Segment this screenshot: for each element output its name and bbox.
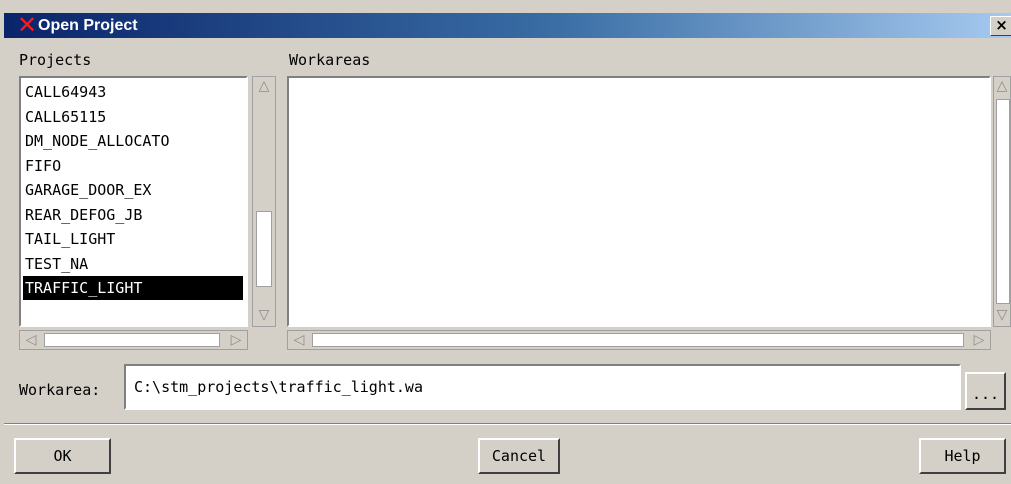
project-list-item[interactable]: CALL65115 — [23, 105, 106, 129]
project-list-item[interactable]: TAIL_LIGHT — [23, 227, 115, 251]
scroll-down-icon[interactable]: ▽ — [253, 306, 275, 324]
project-list-item[interactable]: TRAFFIC_LIGHT — [23, 276, 243, 300]
project-list-item[interactable]: DM_NODE_ALLOCATO — [23, 129, 170, 153]
projects-label: Projects — [19, 51, 92, 69]
separator — [4, 423, 1011, 425]
scroll-down-icon[interactable]: ▽ — [991, 306, 1011, 324]
projects-hscrollbar[interactable]: ◁ ▷ — [19, 330, 248, 350]
scroll-left-icon[interactable]: ◁ — [20, 331, 42, 349]
browse-button[interactable]: ... — [965, 372, 1006, 410]
help-button[interactable]: Help — [919, 438, 1006, 474]
workareas-label: Workareas — [289, 51, 371, 69]
workareas-list[interactable] — [287, 76, 991, 327]
projects-hscroll-thumb[interactable] — [44, 333, 220, 347]
scroll-up-icon[interactable]: △ — [991, 77, 1011, 95]
close-button[interactable]: × — [990, 16, 1011, 36]
window-title: Open Project — [38, 17, 138, 34]
workarea-label: Workarea: — [19, 381, 101, 399]
workareas-vscrollbar[interactable]: △ ▽ — [993, 76, 1011, 327]
open-project-dialog: ✕ Open Project × Projects Workareas CALL… — [0, 0, 1011, 484]
scroll-right-icon[interactable]: ▷ — [225, 331, 247, 349]
projects-vscrollbar[interactable]: △ ▽ — [252, 76, 276, 327]
workareas-vscroll-thumb[interactable] — [996, 99, 1010, 304]
workarea-path-field[interactable]: C:\stm_projects\traffic_light.wa — [124, 364, 961, 410]
title-bar[interactable]: ✕ Open Project × — [4, 13, 1011, 38]
project-list-item[interactable]: GARAGE_DOOR_EX — [23, 178, 151, 202]
projects-list[interactable]: CALL64943 CALL65115 DM_NODE_ALLOCATO FIFO GA… — [19, 76, 248, 327]
scroll-right-icon[interactable]: ▷ — [968, 331, 990, 349]
workareas-hscroll-thumb[interactable] — [312, 333, 964, 347]
scroll-left-icon[interactable]: ◁ — [288, 331, 310, 349]
project-list-item[interactable]: TEST_NA — [23, 252, 88, 276]
cancel-button[interactable]: Cancel — [478, 438, 560, 474]
project-list-item[interactable]: REAR_DEFOG_JB — [23, 203, 142, 227]
project-list-item[interactable]: CALL64943 — [23, 80, 106, 104]
project-list-item[interactable]: FIFO — [23, 154, 61, 178]
workareas-hscrollbar[interactable]: ◁ ▷ — [287, 330, 991, 350]
ok-button[interactable]: OK — [14, 438, 111, 474]
x-logo-icon: ✕ — [16, 11, 38, 39]
projects-vscroll-thumb[interactable] — [256, 211, 272, 287]
scroll-up-icon[interactable]: △ — [253, 77, 275, 95]
